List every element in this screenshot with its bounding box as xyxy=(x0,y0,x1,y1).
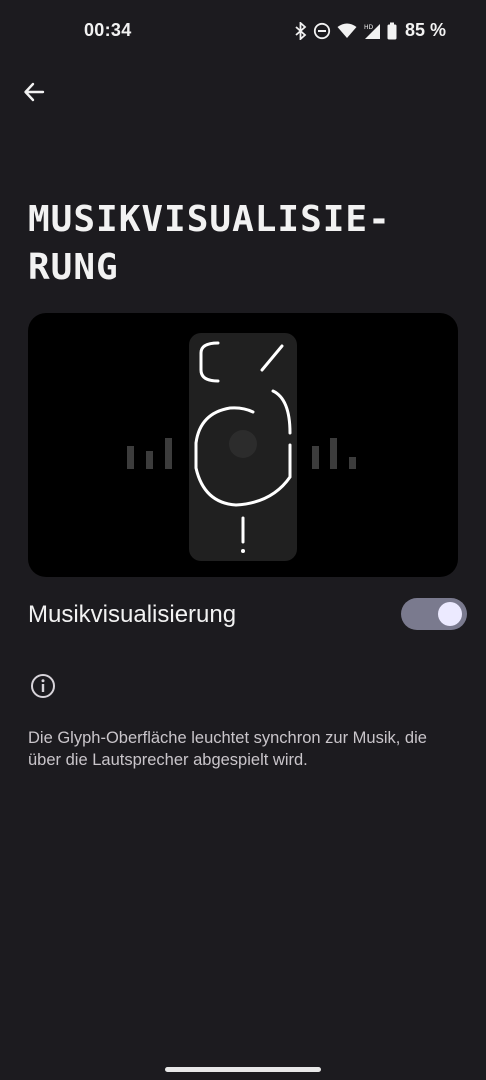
info-icon xyxy=(30,673,56,699)
battery-percentage: 85 % xyxy=(404,20,446,40)
bluetooth-icon xyxy=(295,21,307,40)
page-title: MUSIKVISUALISIE- RUNG xyxy=(28,199,391,288)
music-visualization-setting[interactable]: Musikvisualisierung xyxy=(0,590,486,642)
battery-icon xyxy=(387,22,397,40)
phone-glyph-illustration xyxy=(127,333,356,561)
music-visualization-switch[interactable] xyxy=(401,598,467,630)
wifi-icon xyxy=(337,23,357,39)
signal-hd-icon: HD xyxy=(363,22,381,40)
arrow-left-icon xyxy=(23,81,45,108)
home-indicator[interactable] xyxy=(165,1067,321,1072)
svg-text:HD: HD xyxy=(364,24,374,31)
preview-illustration xyxy=(28,313,458,577)
do-not-disturb-icon xyxy=(313,22,331,40)
status-bar: 00:34 HD 85 % xyxy=(0,0,486,62)
status-time: 00:34 xyxy=(84,20,132,40)
info-description: Die Glyph-Oberfläche leuchtet synchron z… xyxy=(28,729,427,769)
back-button[interactable] xyxy=(16,76,52,112)
status-icons: HD 85 % xyxy=(295,20,446,41)
setting-label: Musikvisualisierung xyxy=(28,601,237,628)
switch-thumb xyxy=(438,602,462,626)
